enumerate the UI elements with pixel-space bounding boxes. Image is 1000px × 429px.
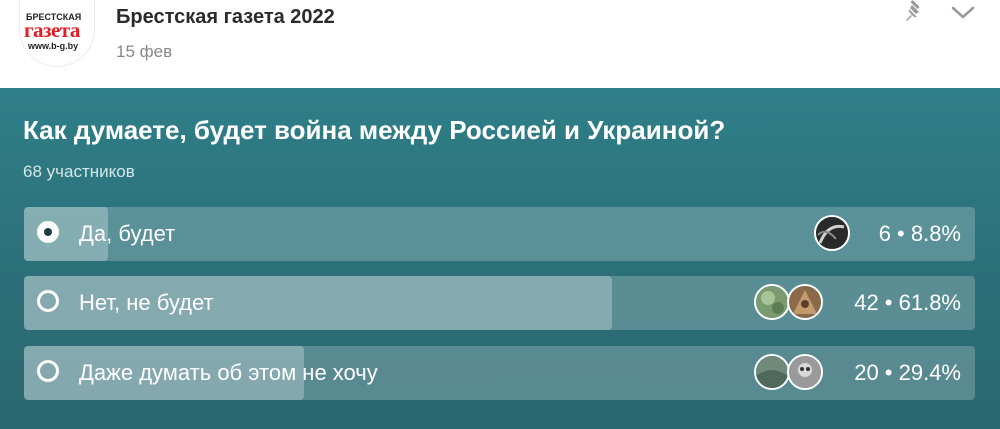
channel-avatar[interactable]: БРЕСТСКАЯ газета www.b-g.by [20, 0, 94, 66]
post-date: 15 фев [116, 42, 173, 61]
voter-avatar [754, 354, 790, 390]
option-stats: 6 • 8.8% [878, 221, 961, 246]
expand-button[interactable] [948, 0, 978, 26]
voter-avatar [814, 215, 850, 251]
radio-icon[interactable] [37, 290, 59, 312]
logo-site-text: www.b-g.by [28, 41, 79, 51]
option-label: Нет, не будет [79, 290, 214, 315]
chevron-down-icon [951, 6, 975, 19]
pin-button[interactable] [898, 0, 928, 26]
poll-option-2[interactable]: Нет, не будет 42 • 61.8% [24, 276, 975, 330]
poll-question: Как думаете, будет война между Россией и… [23, 115, 726, 145]
option-label: Да, будет [79, 221, 176, 246]
poll-card: Как думаете, будет война между Россией и… [0, 88, 1000, 429]
channel-name[interactable]: Брестская газета 2022 [116, 6, 335, 29]
option-stats: 20 • 29.4% [854, 360, 961, 385]
pin-icon [906, 0, 920, 21]
radio-icon[interactable] [37, 360, 59, 382]
voter-avatar [754, 284, 790, 320]
participants-count: 68 участников [23, 162, 135, 181]
logo-main-text: газета [24, 18, 80, 42]
poll-option-3[interactable]: Даже думать об этом не хочу 20 • 29.4% [24, 346, 975, 400]
option-stats: 42 • 61.8% [854, 290, 961, 315]
option-label: Даже думать об этом не хочу [79, 360, 378, 385]
voter-avatar [787, 284, 823, 320]
voter-avatar [787, 354, 823, 390]
radio-selected-icon[interactable] [37, 221, 59, 243]
post-header: БРЕСТСКАЯ газета www.b-g.by Брестская га… [0, 0, 1000, 88]
poll-option-1[interactable]: Да, будет 6 • 8.8% [24, 207, 975, 261]
